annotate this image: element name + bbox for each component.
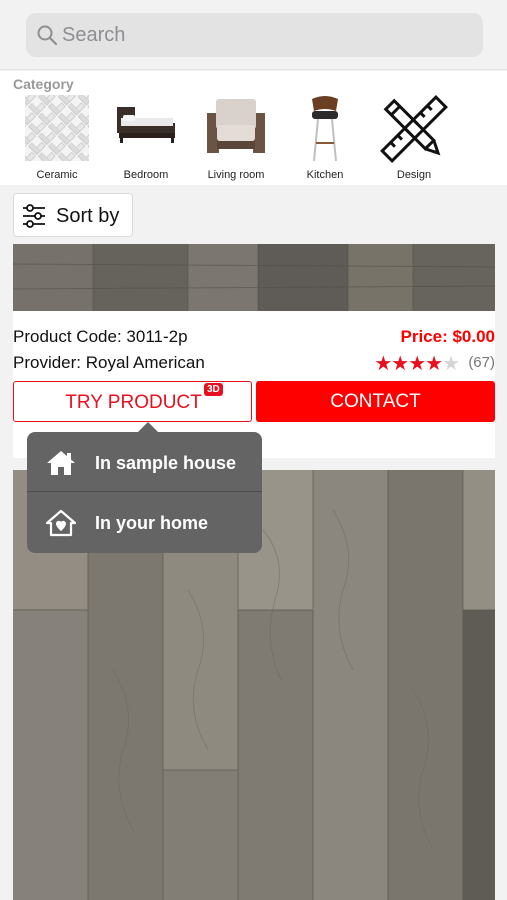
star-filled-icon: ★: [408, 353, 426, 375]
star-filled-icon: ★: [374, 353, 392, 375]
sort-by-button[interactable]: Sort by: [13, 193, 133, 237]
ceramic-tile-icon: [25, 95, 89, 161]
sort-by-label: Sort by: [56, 205, 120, 227]
try-product-popup: In sample house In your home: [27, 422, 262, 553]
star-filled-icon: ★: [425, 353, 443, 375]
product-card: Product Code: 3011-2p Provider: Royal Am…: [13, 244, 495, 458]
armchair-icon: [207, 99, 265, 153]
product-code-value: 3011-2p: [126, 327, 188, 346]
house-icon: [47, 451, 75, 475]
provider-value: Royal American: [85, 353, 205, 372]
home-heart-icon: [45, 509, 77, 537]
review-count: (67): [468, 354, 495, 371]
category-label: Category: [13, 76, 74, 92]
in-sample-house-option[interactable]: In sample house: [27, 432, 262, 492]
bar-stool-icon: [312, 96, 338, 162]
category-section: Category Ceramic Bedroom Living room Kit…: [0, 71, 507, 185]
category-kitchen[interactable]: Kitchen: [280, 93, 370, 183]
category-name: Ceramic: [36, 169, 78, 181]
product-image[interactable]: [13, 244, 495, 311]
category-ceramic[interactable]: Ceramic: [12, 93, 102, 183]
product-code: Product Code: 3011-2p: [13, 327, 188, 347]
category-name: Kitchen: [306, 169, 344, 181]
contact-button[interactable]: CONTACT: [256, 381, 495, 422]
category-name: Design: [396, 169, 432, 181]
category-name: Living room: [207, 169, 265, 181]
category-name: Bedroom: [123, 169, 169, 181]
category-living-room[interactable]: Living room: [191, 93, 281, 183]
category-design[interactable]: Design: [369, 93, 459, 183]
design-tools-icon: [380, 95, 448, 163]
in-your-home-option[interactable]: In your home: [27, 492, 262, 552]
star-filled-icon: ★: [391, 353, 409, 375]
provider-label: Provider:: [13, 353, 82, 372]
rating-stars: ★★★★★: [374, 351, 460, 376]
search-input[interactable]: [62, 13, 462, 57]
category-bedroom[interactable]: Bedroom: [101, 93, 191, 183]
price: Price: $0.00: [400, 327, 495, 346]
sliders-icon: [23, 204, 45, 228]
contact-label: CONTACT: [330, 391, 421, 412]
app-screen: Category Ceramic: [0, 0, 507, 900]
star-empty-icon: ★: [442, 353, 460, 375]
in-sample-house-label: In sample house: [95, 453, 237, 473]
search-header: [0, 0, 507, 70]
search-bar[interactable]: [26, 13, 483, 57]
provider: Provider: Royal American: [13, 353, 205, 373]
try-product-button[interactable]: TRY PRODUCT 3D: [13, 381, 252, 422]
3d-badge: 3D: [204, 383, 223, 396]
bed-icon: [117, 107, 175, 143]
in-your-home-label: In your home: [95, 513, 209, 533]
search-icon: [37, 25, 58, 46]
product-code-label: Product Code:: [13, 327, 122, 346]
